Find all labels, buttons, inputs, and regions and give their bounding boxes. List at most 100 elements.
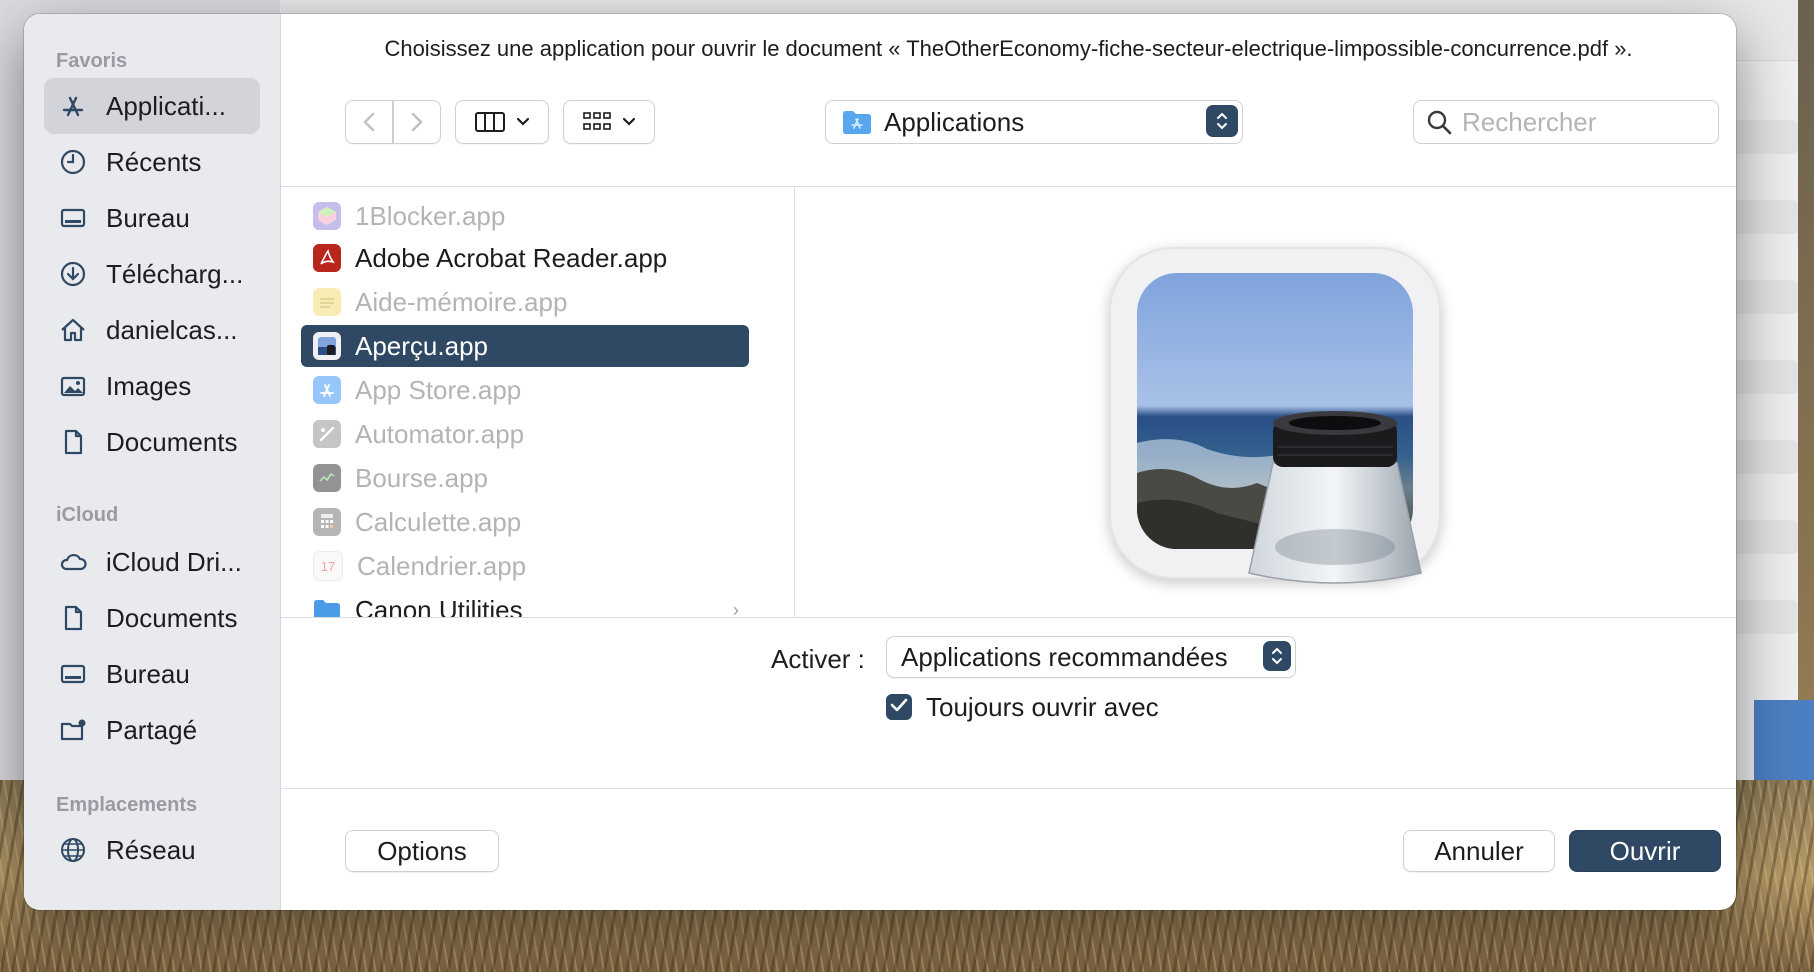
app-calendar-icon: 17 [313, 551, 343, 581]
file-row-label: Automator.app [355, 418, 525, 449]
sidebar-item-label: Bureau [106, 658, 190, 689]
sidebar-item-label: Récents [106, 146, 202, 177]
sidebar-item-icloud-documents[interactable]: Documents [44, 590, 260, 646]
sidebar-item-icloud-desktop[interactable]: Bureau [44, 646, 260, 702]
main-panel: Choisissez une application pour ouvrir l… [281, 14, 1736, 910]
clock-icon [56, 145, 90, 179]
file-row-apercu[interactable]: Aperçu.app [301, 325, 749, 367]
cloud-icon [56, 545, 90, 579]
chevron-down-icon [622, 117, 636, 127]
back-button[interactable] [345, 100, 393, 144]
up-down-chevron-icon [1263, 641, 1291, 671]
search-field[interactable] [1413, 100, 1719, 144]
shared-folder-icon [56, 713, 90, 747]
enable-popup-value: Applications recommandées [901, 641, 1228, 672]
sidebar: Favoris Applicati... Récents Bureau Télé… [24, 14, 281, 910]
file-row-label: Bourse.app [355, 462, 488, 493]
chevron-down-icon [516, 117, 530, 127]
location-label: Applications [884, 106, 1025, 137]
always-open-label: Toujours ouvrir avec [926, 691, 1159, 722]
document-icon [56, 601, 90, 635]
photo-icon [56, 369, 90, 403]
toolbar: Applications [281, 100, 1736, 150]
file-row-label: Canon Utilities [355, 594, 523, 618]
downloads-icon [56, 257, 90, 291]
search-icon [1426, 109, 1452, 135]
columns-view-icon [474, 110, 506, 134]
file-row-bourse[interactable]: Bourse.app [301, 457, 749, 499]
location-popup[interactable]: Applications [825, 100, 1243, 144]
applications-folder-icon [842, 109, 872, 135]
file-browser: 1Blocker.app Adobe Acrobat Reader.app Ai… [281, 186, 1736, 618]
app-1blocker-icon [313, 202, 341, 230]
always-open-checkbox[interactable] [886, 694, 912, 720]
sidebar-section-locations: Emplacements [56, 794, 198, 816]
chevron-right-icon: › [733, 599, 739, 618]
sidebar-section-favorites: Favoris [56, 50, 128, 72]
preview-app-icon [1109, 247, 1441, 584]
search-input[interactable] [1460, 105, 1704, 139]
file-column: 1Blocker.app Adobe Acrobat Reader.app Ai… [281, 187, 795, 617]
chevron-right-icon [409, 111, 425, 133]
app-calculator-icon [313, 508, 341, 536]
home-icon [56, 313, 90, 347]
file-row-label: Calculette.app [355, 506, 522, 537]
sidebar-item-desktop[interactable]: Bureau [44, 190, 260, 246]
file-row-label: 1Blocker.app [355, 200, 506, 231]
sidebar-item-applications[interactable]: Applicati... [44, 78, 260, 134]
chevron-left-icon [361, 111, 377, 133]
loupe-icon [1245, 407, 1425, 594]
file-row-label: Aperçu.app [355, 330, 488, 361]
open-with-sheet: Favoris Applicati... Récents Bureau Télé… [24, 14, 1736, 910]
sidebar-item-shared[interactable]: Partagé [44, 702, 260, 758]
sidebar-item-network[interactable]: Réseau [44, 822, 260, 878]
document-icon [56, 425, 90, 459]
sidebar-section-icloud: iCloud [56, 504, 119, 526]
sidebar-item-label: iCloud Dri... [106, 546, 242, 577]
dialog-prompt: Choisissez une application pour ouvrir l… [384, 36, 1633, 61]
file-row-calendrier[interactable]: 17 Calendrier.app [301, 545, 749, 587]
app-store-icon [313, 376, 341, 404]
always-open-row: Toujours ouvrir avec [886, 690, 1159, 724]
up-down-chevron-icon [1206, 105, 1238, 137]
sidebar-item-downloads[interactable]: Télécharg... [44, 246, 260, 302]
open-button[interactable]: Ouvrir [1569, 830, 1721, 872]
file-row-aide-memoire[interactable]: Aide-mémoire.app [301, 281, 749, 323]
file-row-calculette[interactable]: Calculette.app [301, 501, 749, 543]
file-row-label: Adobe Acrobat Reader.app [355, 242, 668, 273]
sidebar-item-documents[interactable]: Documents [44, 414, 260, 470]
file-row-automator[interactable]: Automator.app [301, 413, 749, 455]
enable-popup[interactable]: Applications recommandées [886, 636, 1296, 678]
sidebar-item-label: Documents [106, 602, 238, 633]
app-notes-icon [313, 288, 341, 316]
options-button[interactable]: Options [345, 830, 499, 872]
sidebar-item-home[interactable]: danielcas... [44, 302, 260, 358]
sidebar-item-label: Partagé [106, 714, 198, 745]
view-mode-button[interactable] [455, 100, 549, 144]
file-row-label: App Store.app [355, 374, 522, 405]
sidebar-item-label: Applicati... [106, 90, 226, 121]
file-row-adobe-acrobat[interactable]: Adobe Acrobat Reader.app [301, 237, 749, 279]
desktop-icon [56, 201, 90, 235]
file-row-canon-utilities[interactable]: Canon Utilities › [301, 589, 749, 617]
folder-icon [313, 596, 341, 617]
app-automator-icon [313, 420, 341, 448]
applications-icon [56, 89, 90, 123]
cancel-button[interactable]: Annuler [1403, 830, 1555, 872]
sidebar-item-label: danielcas... [106, 314, 238, 345]
sidebar-item-recents[interactable]: Récents [44, 134, 260, 190]
group-by-button[interactable] [563, 100, 655, 144]
sidebar-item-icloud-drive[interactable]: iCloud Dri... [44, 534, 260, 590]
file-row-label: Calendrier.app [357, 550, 527, 581]
sidebar-item-images[interactable]: Images [44, 358, 260, 414]
file-row-label: Aide-mémoire.app [355, 286, 568, 317]
enable-label: Activer : [771, 644, 865, 674]
enable-row: Activer : Applications recommandées [281, 636, 1736, 680]
app-acrobat-icon [313, 244, 341, 272]
sidebar-item-label: Bureau [106, 202, 190, 233]
file-row-1blocker[interactable]: 1Blocker.app [301, 195, 749, 237]
sidebar-item-label: Réseau [106, 834, 196, 865]
network-icon [56, 833, 90, 867]
file-row-app-store[interactable]: App Store.app [301, 369, 749, 411]
forward-button[interactable] [393, 100, 441, 144]
